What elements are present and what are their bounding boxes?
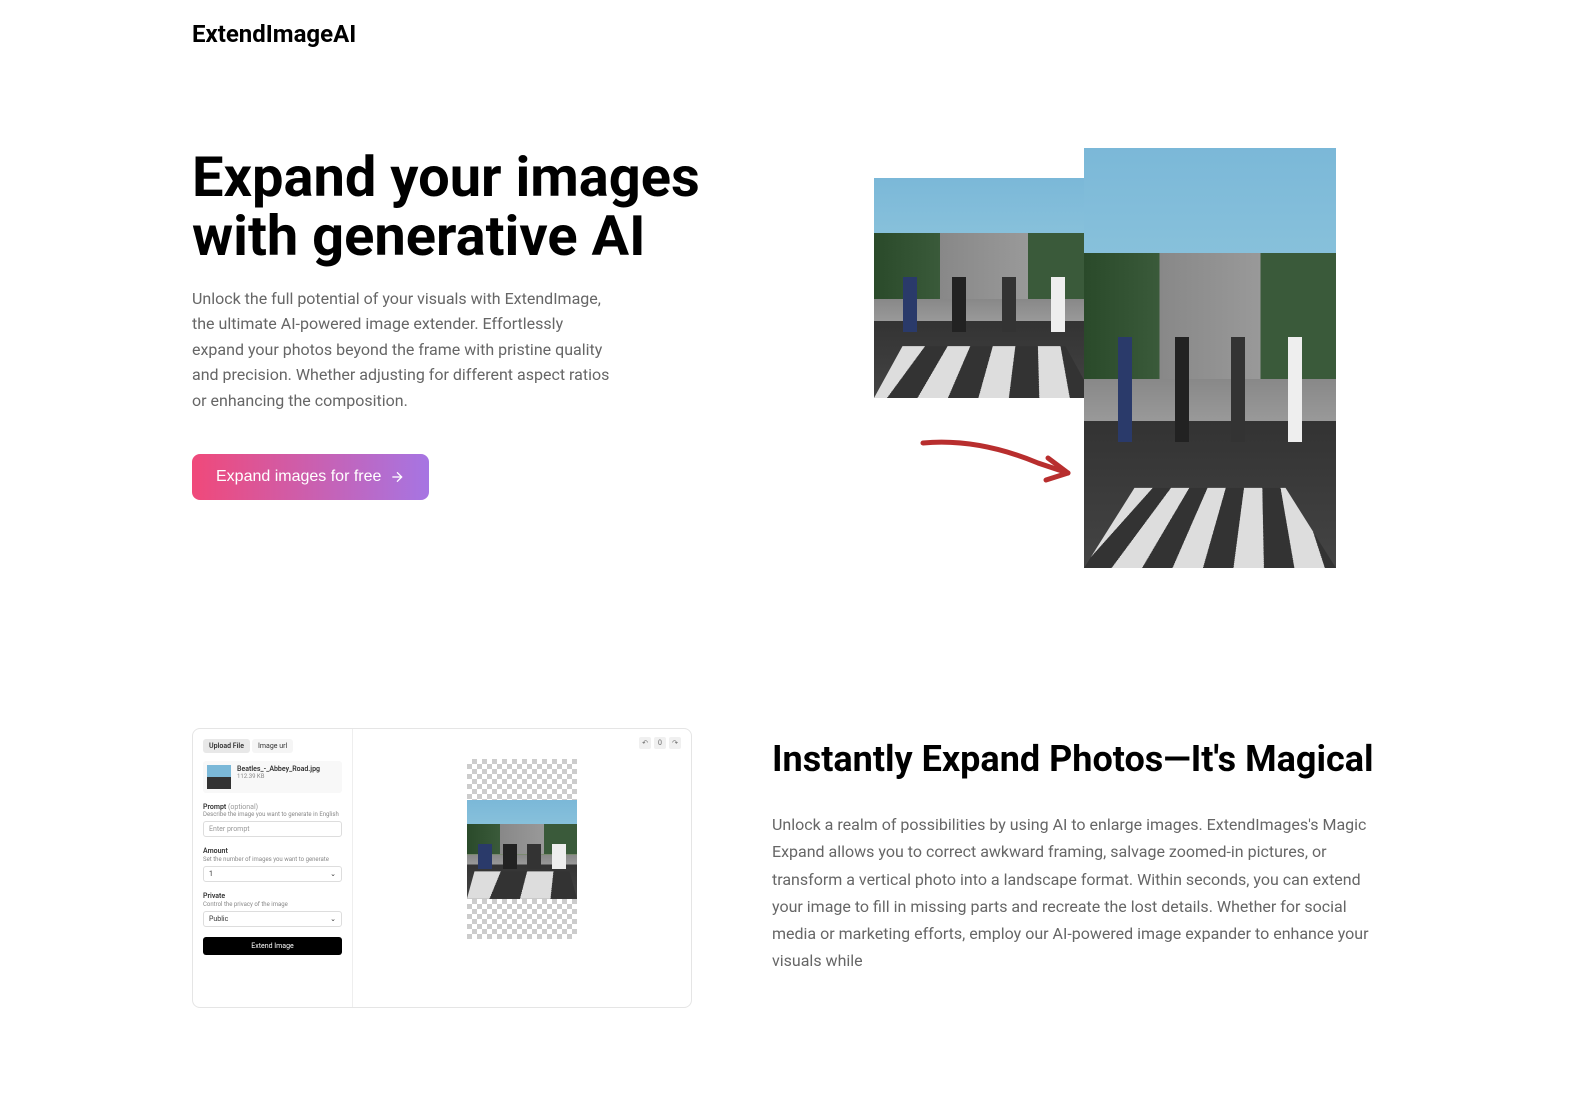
file-size: 112.39 KB: [237, 773, 338, 780]
chevron-down-icon: ⌄: [330, 915, 336, 923]
section2-description: Unlock a realm of possibilities by using…: [772, 811, 1392, 974]
file-thumbnail: [207, 765, 231, 789]
prompt-hint: Describe the image you want to generate …: [203, 811, 342, 818]
hero-text-block: Expand your images with generative AI Un…: [192, 148, 768, 568]
redo-icon[interactable]: ↷: [669, 737, 681, 749]
editor-canvas: ↶ 0 ↷: [353, 729, 691, 1007]
canvas-image[interactable]: [467, 800, 577, 899]
ui-editor-mock: Upload File Image url Beatles_-_Abbey_Ro…: [192, 728, 692, 1008]
section2-title: Instantly Expand Photos—It's Magical: [772, 738, 1392, 781]
amount-hint: Set the number of images you want to gen…: [203, 856, 342, 863]
private-label: Private: [203, 892, 342, 900]
extend-image-button[interactable]: Extend Image: [203, 937, 342, 955]
canvas-checkerboard[interactable]: [467, 759, 577, 939]
cta-expand-button[interactable]: Expand images for free: [192, 454, 429, 500]
arrow-right-icon: [389, 469, 405, 485]
before-image: [874, 178, 1094, 398]
tab-upload-file[interactable]: Upload File: [203, 739, 250, 753]
cta-label: Expand images for free: [216, 468, 381, 486]
private-hint: Control the privacy of the image: [203, 901, 342, 908]
hero-title: Expand your images with generative AI: [192, 148, 768, 266]
prompt-label: Prompt: [203, 803, 226, 811]
hero-description: Unlock the full potential of your visual…: [192, 286, 612, 414]
amount-select[interactable]: 1⌄: [203, 866, 342, 882]
amount-label: Amount: [203, 847, 342, 855]
after-image: [1084, 148, 1336, 568]
file-name: Beatles_-_Abbey_Road.jpg: [237, 765, 338, 773]
undo-icon[interactable]: ↶: [639, 737, 651, 749]
editor-sidebar: Upload File Image url Beatles_-_Abbey_Ro…: [193, 729, 353, 1007]
prompt-optional: (optional): [228, 803, 258, 811]
transform-arrow-icon: [918, 428, 1078, 488]
hero-image-compare: [808, 148, 1392, 568]
brand-logo[interactable]: ExtendImageAI: [192, 20, 1392, 48]
chevron-down-icon: ⌄: [330, 870, 336, 878]
uploaded-file-card: Beatles_-_Abbey_Road.jpg 112.39 KB: [203, 761, 342, 793]
private-select[interactable]: Public⌄: [203, 911, 342, 927]
history-count: 0: [654, 737, 666, 749]
prompt-input[interactable]: Enter prompt: [203, 821, 342, 837]
tab-image-url[interactable]: Image url: [252, 739, 293, 753]
